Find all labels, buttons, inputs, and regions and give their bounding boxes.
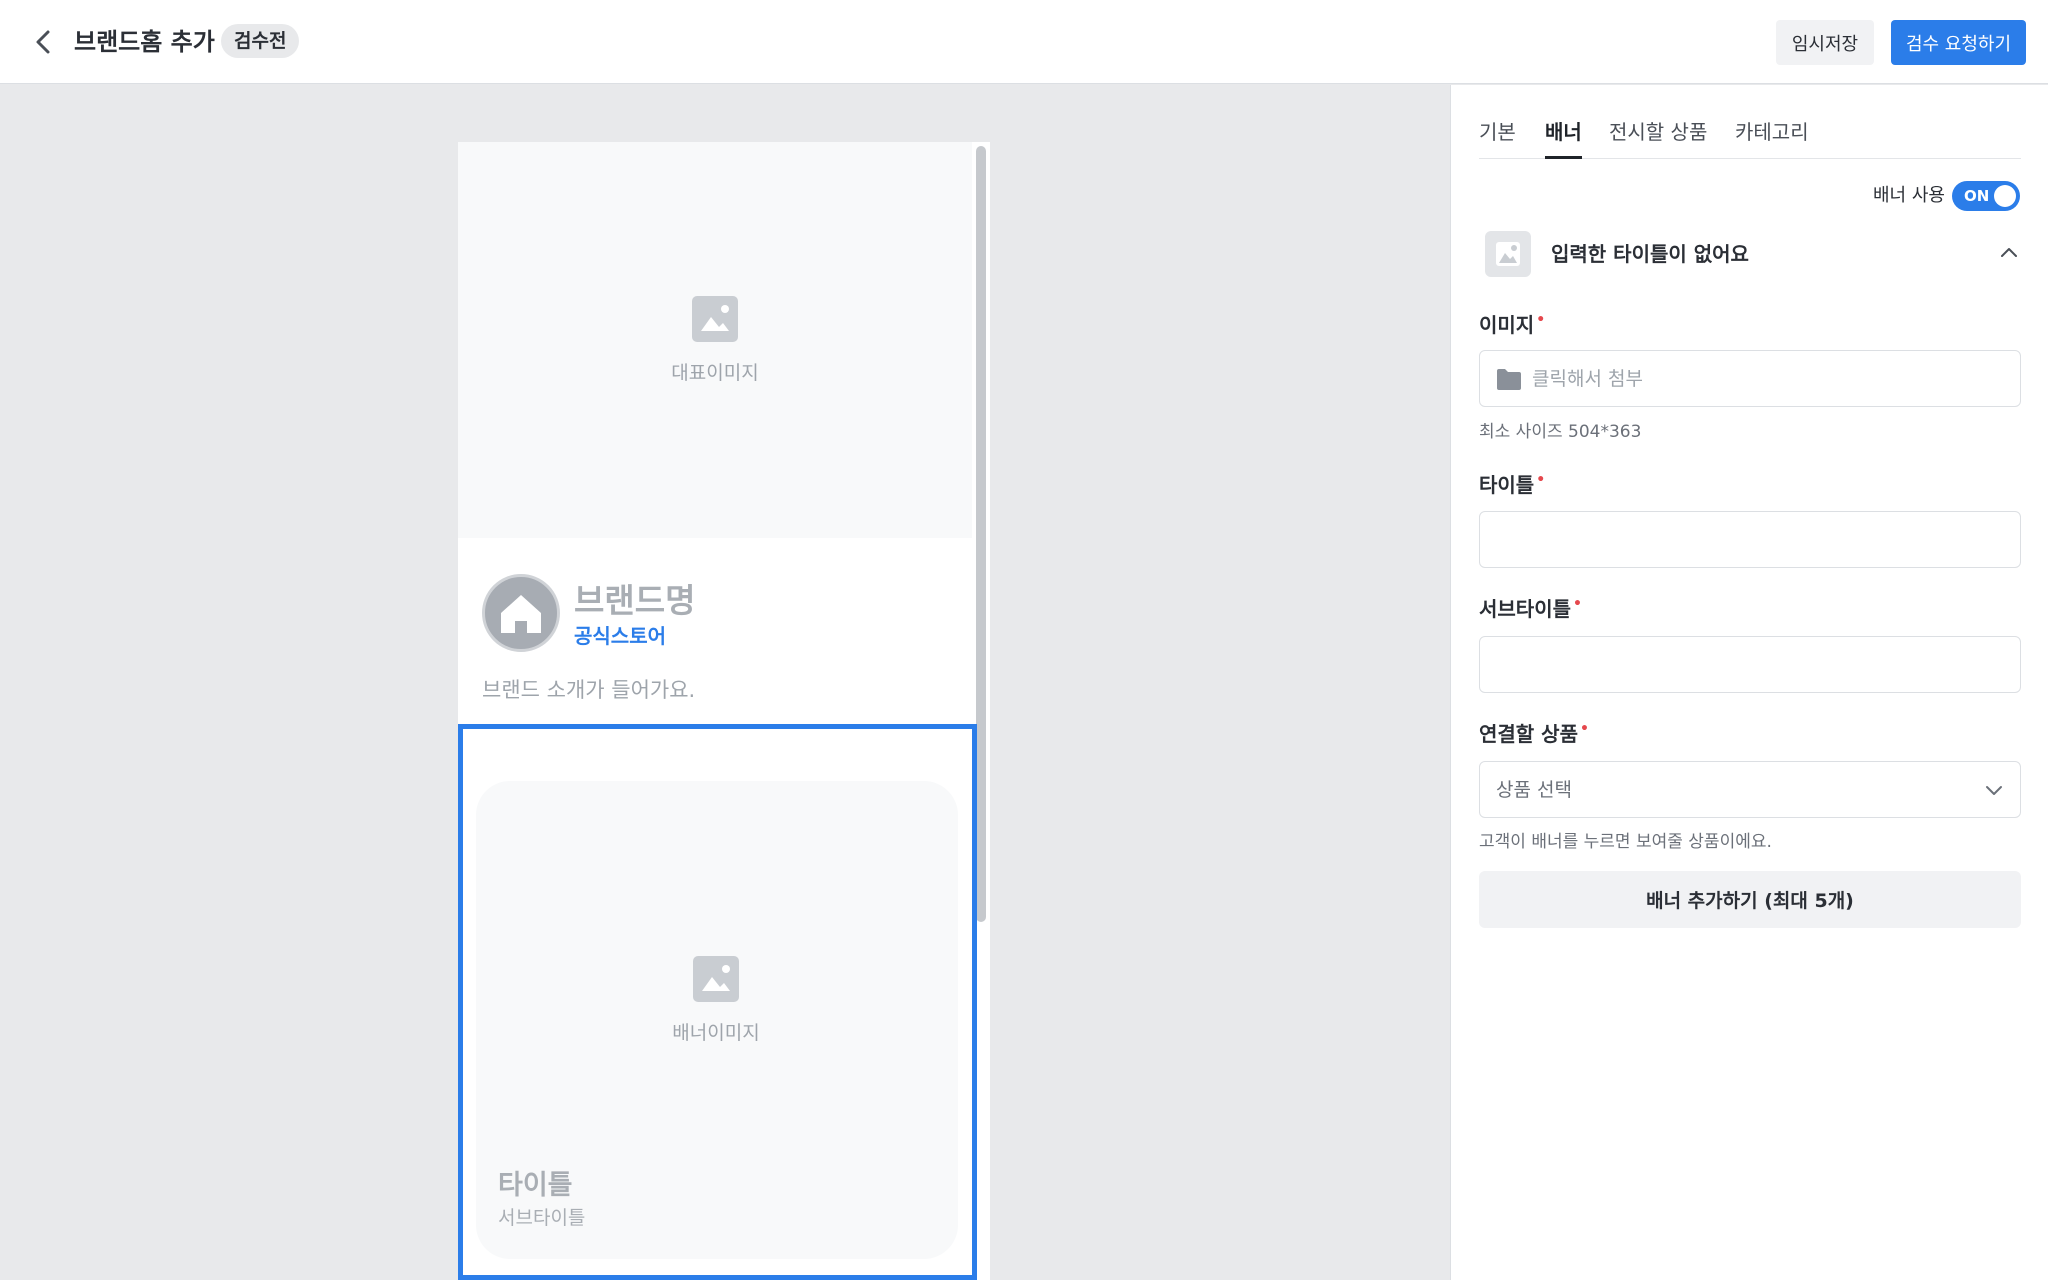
tab-category[interactable]: 카테고리 (1735, 115, 1809, 159)
required-mark: • (1573, 596, 1582, 613)
toggle-state: ON (1964, 187, 1990, 205)
required-mark: • (1536, 472, 1546, 489)
accordion-title: 입력한 타이틀이 없어요 (1551, 242, 1749, 266)
status-badge: 검수전 (221, 24, 300, 58)
hero-image-placeholder[interactable]: 대표이미지 (458, 142, 972, 538)
banner-title: 타이틀 (498, 1170, 573, 1201)
brand-intro: 브랜드 소개가 들어가요. (482, 678, 696, 702)
top-header: 브랜드홈 추가 검수전 임시저장 검수 요청하기 (0, 0, 2048, 84)
brand-official-store: 공식스토어 (574, 624, 666, 648)
chevron-down-icon (1986, 786, 2002, 795)
title-field-label: 타이틀 • (1479, 472, 1546, 497)
temp-save-button[interactable]: 임시저장 (1776, 20, 1874, 65)
preview-scrollbar[interactable] (976, 146, 986, 922)
image-upload-placeholder: 클릭해서 첨부 (1532, 368, 1643, 390)
tab-basic[interactable]: 기본 (1479, 115, 1516, 159)
banner-thumbnail (1485, 231, 1531, 277)
product-select[interactable]: 상품 선택 (1479, 761, 2021, 818)
subtitle-field-label: 서브타이틀 • (1479, 596, 1582, 621)
brand-name: 브랜드명 (574, 581, 696, 620)
toggle-knob (1994, 185, 2016, 207)
tab-bar: 기본 배너 전시할 상품 카테고리 (1479, 115, 2021, 159)
home-icon (501, 595, 541, 633)
banner-subtitle: 서브타이틀 (498, 1207, 586, 1229)
brand-logo (482, 574, 560, 652)
request-review-button[interactable]: 검수 요청하기 (1891, 20, 2026, 65)
banner-toggle-label: 배너 사용 (1873, 185, 1945, 206)
image-size-hint: 최소 사이즈 504*363 (1479, 422, 1642, 442)
back-button[interactable] (24, 22, 64, 62)
image-field-label: 이미지 • (1479, 312, 1546, 337)
banner-card: 배너이미지 타이틀 서브타이틀 (476, 781, 958, 1259)
product-hint: 고객이 배너를 누르면 보여줄 상품이에요. (1479, 832, 1772, 852)
image-upload-input[interactable]: 클릭해서 첨부 (1479, 350, 2021, 407)
required-mark: • (1536, 312, 1546, 329)
image-icon (1496, 242, 1520, 266)
page-title: 브랜드홈 추가 (74, 28, 215, 56)
banner-accordion-header[interactable]: 입력한 타이틀이 없어요 (1485, 229, 2021, 279)
add-banner-button[interactable]: 배너 추가하기 (최대 5개) (1479, 871, 2021, 928)
title-input[interactable] (1479, 511, 2021, 568)
mobile-preview: 대표이미지 브랜드명 공식스토어 브랜드 소개가 들어가요. 배너이미지 타이틀… (458, 142, 990, 1280)
required-mark: • (1579, 721, 1589, 738)
banner-toggle[interactable]: ON (1952, 181, 2020, 211)
banner-selected-frame[interactable]: 배너이미지 타이틀 서브타이틀 (458, 724, 977, 1280)
tab-display-products[interactable]: 전시할 상품 (1609, 115, 1707, 159)
subtitle-input[interactable] (1479, 636, 2021, 693)
chevron-up-icon[interactable] (1997, 241, 2021, 265)
product-field-label: 연결할 상품 • (1479, 721, 1589, 746)
product-select-value: 상품 선택 (1496, 779, 1572, 801)
image-icon (693, 956, 739, 1002)
banner-placeholder-label: 배너이미지 (672, 1022, 760, 1044)
image-icon (692, 296, 738, 342)
hero-placeholder-label: 대표이미지 (671, 362, 759, 384)
settings-panel: 기본 배너 전시할 상품 카테고리 배너 사용 ON 입력한 타이틀이 없어요 … (1450, 85, 2048, 1280)
folder-icon (1497, 369, 1521, 390)
tab-banner[interactable]: 배너 (1545, 115, 1582, 159)
chevron-left-icon (36, 30, 50, 54)
